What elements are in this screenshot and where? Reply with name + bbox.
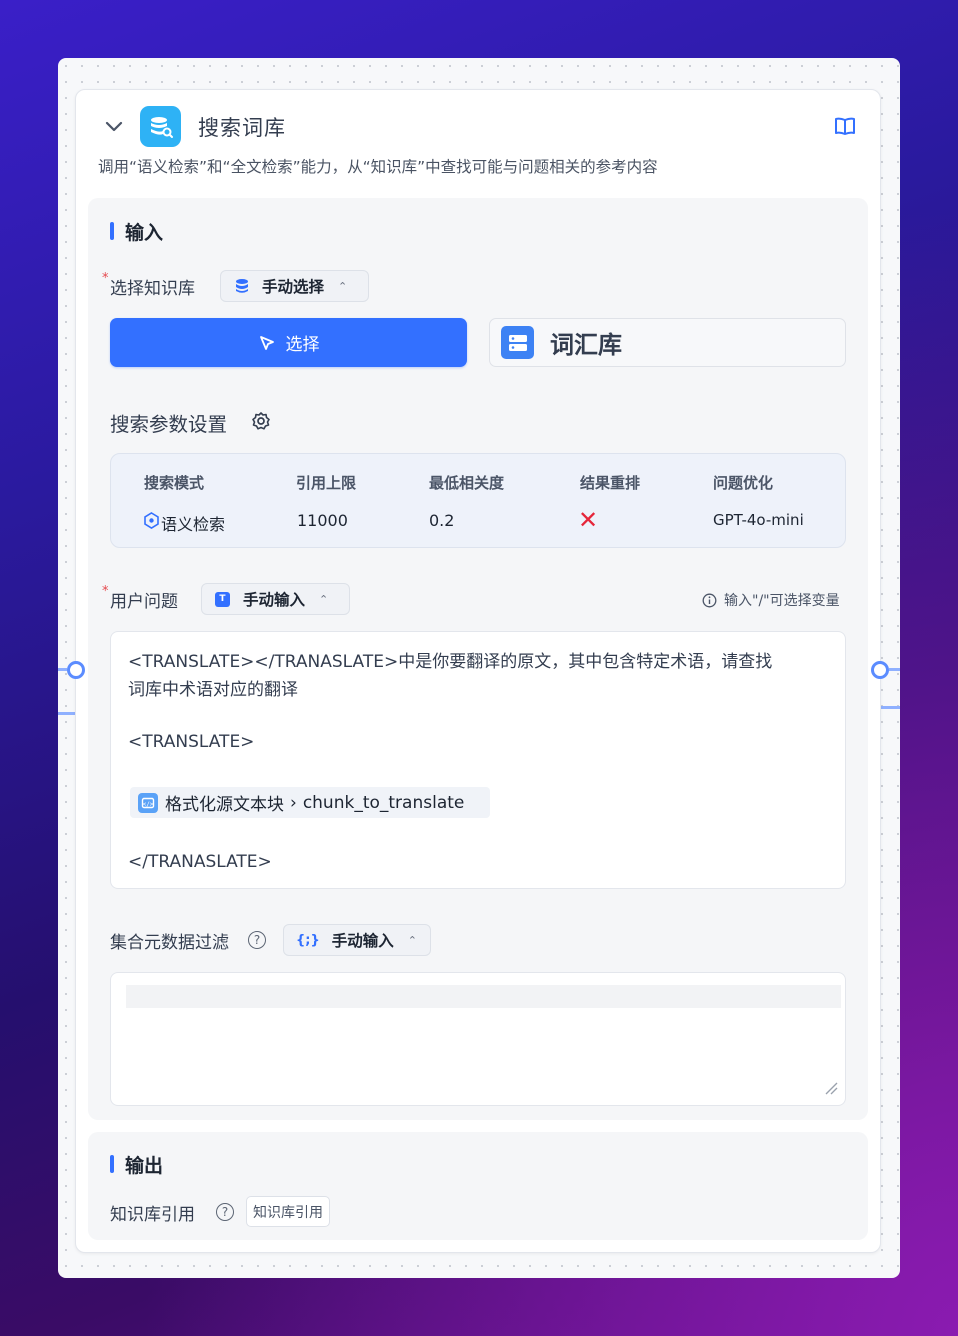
output-panel <box>88 1132 868 1240</box>
settings-gear-icon[interactable] <box>251 411 271 431</box>
edge-left-lower <box>58 712 75 715</box>
database-search-icon <box>140 106 181 147</box>
semantic-search-icon <box>144 512 159 529</box>
required-mark: * <box>102 584 109 599</box>
value-limit: 11000 <box>297 511 348 530</box>
text-input-icon: T <box>215 591 230 607</box>
editor-line: <TRANSLATE></TRANASLATE>中是你要翻译的原文，其中包含特定… <box>128 652 773 672</box>
value-query-optimize: GPT-4o-mini <box>713 511 804 529</box>
edge-right-lower <box>881 706 900 709</box>
updown-icon: ⌃ <box>319 592 329 606</box>
input-handle[interactable] <box>67 661 85 679</box>
kb-select-mode-dropdown[interactable]: 手动选择 ⌃ <box>220 270 369 302</box>
info-icon <box>702 593 717 607</box>
section-bar <box>110 1155 114 1173</box>
cursor-click-icon <box>259 335 274 350</box>
header-rerank: 结果重排 <box>580 474 641 492</box>
selected-kb-name: 词汇库 <box>550 331 622 359</box>
book-open-icon[interactable] <box>834 116 856 136</box>
input-section-title: 输入 <box>125 222 164 244</box>
value-search-mode: 语义检索 <box>161 515 226 534</box>
edge-right <box>889 668 900 671</box>
kb-select-label: 选择知识库 <box>110 279 195 299</box>
header-limit: 引用上限 <box>296 474 357 492</box>
variable-chip[interactable]: </> 格式化源文本块 › chunk_to_translate <box>130 787 490 818</box>
help-icon[interactable]: ? <box>248 931 266 949</box>
metadata-filter-label: 集合元数据过滤 <box>110 933 229 953</box>
search-params-title: 搜索参数设置 <box>110 413 228 436</box>
kb-select-mode: 手动选择 <box>262 278 325 296</box>
editor-line: </TRANASLATE> <box>128 852 272 872</box>
updown-icon: ⌃ <box>407 933 417 947</box>
selected-kb-card[interactable]: 词汇库 <box>489 318 846 367</box>
kb-quote-type-tag: 知识库引用 <box>246 1196 330 1227</box>
svg-text:</>: </> <box>143 801 154 808</box>
editor-line: <TRANSLATE> <box>128 732 255 752</box>
user-question-mode-dropdown[interactable]: T 手动输入 ⌃ <box>201 583 350 615</box>
user-question-label: 用户问题 <box>110 592 178 612</box>
json-braces-icon: {;} <box>296 932 320 948</box>
textarea-line-highlight <box>126 985 841 1008</box>
value-min-similarity: 0.2 <box>429 511 455 530</box>
output-handle[interactable] <box>871 661 889 679</box>
resize-handle-icon[interactable] <box>823 1080 839 1096</box>
node-title: 搜索词库 <box>198 116 286 140</box>
output-section-title: 输出 <box>125 1155 164 1177</box>
user-question-mode: 手动输入 <box>243 591 306 609</box>
updown-icon: ⌃ <box>338 279 348 293</box>
edge-left <box>58 668 67 671</box>
required-mark: * <box>102 271 109 286</box>
help-icon[interactable]: ? <box>216 1203 234 1221</box>
header-min-similarity: 最低相关度 <box>429 474 505 492</box>
variable-code-icon: </> <box>138 792 158 813</box>
section-bar <box>110 222 114 240</box>
variable-name: chunk_to_translate <box>302 792 465 813</box>
header-search-mode: 搜索模式 <box>144 474 205 492</box>
metadata-filter-mode: 手动输入 <box>331 932 394 950</box>
editor-line: 词库中术语对应的翻译 <box>128 680 298 700</box>
database-icon <box>236 279 248 293</box>
rerank-cross-icon: ✕ <box>578 506 599 534</box>
kb-server-icon <box>501 326 534 359</box>
kb-quote-label: 知识库引用 <box>110 1205 195 1225</box>
header-query-optimize: 问题优化 <box>713 474 774 492</box>
variable-separator: › <box>290 792 297 813</box>
chevron-down-icon[interactable] <box>104 116 124 136</box>
variable-hint: 输入"/"可选择变量 <box>702 590 840 610</box>
node-description: 调用“语义检索”和“全文检索”能力，从“知识库”中查找可能与问题相关的参考内容 <box>98 158 658 176</box>
variable-source: 格式化源文本块 <box>165 795 284 815</box>
select-kb-button[interactable]: 选择 <box>110 318 467 367</box>
metadata-filter-mode-dropdown[interactable]: {;} 手动输入 ⌃ <box>283 924 431 956</box>
